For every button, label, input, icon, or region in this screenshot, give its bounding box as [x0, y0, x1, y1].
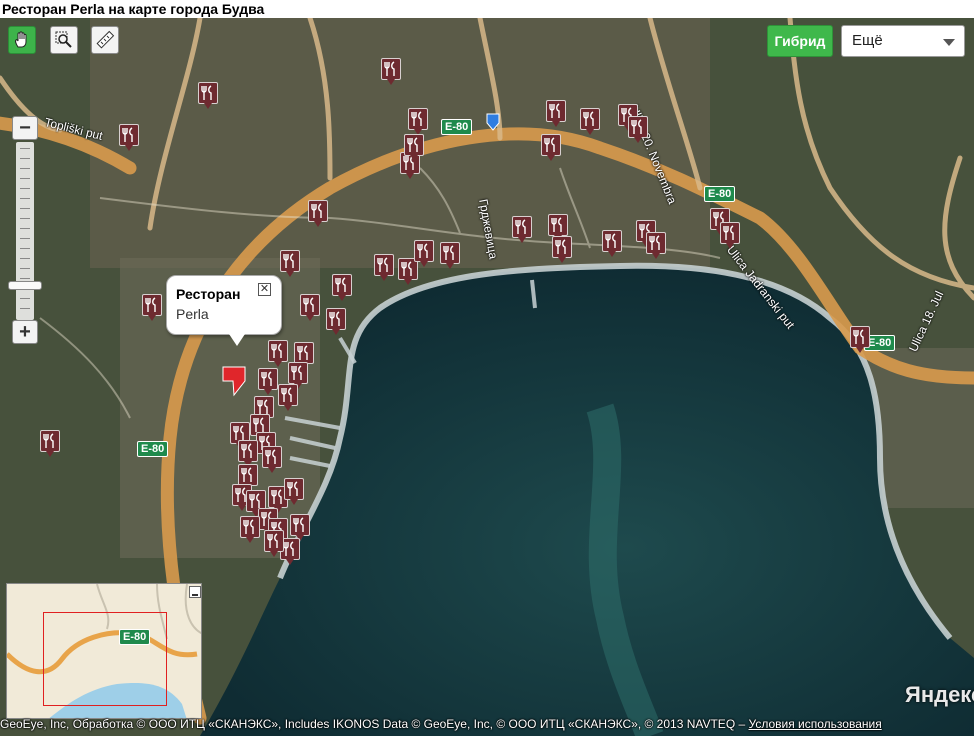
chevron-down-icon — [943, 39, 955, 46]
hybrid-layer-button[interactable]: Гибрид — [767, 25, 833, 57]
magnifier-tool-button[interactable] — [50, 26, 78, 54]
zoom-slider-track[interactable] — [16, 142, 34, 320]
restaurant-marker-icon[interactable] — [541, 134, 561, 162]
close-icon[interactable]: ✕ — [258, 283, 271, 296]
zoom-tick — [20, 248, 30, 249]
ruler-tool-button[interactable] — [91, 26, 119, 54]
balloon-tail — [229, 334, 245, 346]
zoom-tick — [20, 258, 30, 259]
overview-minimap[interactable]: E-80 — [6, 583, 202, 719]
restaurant-marker-icon[interactable] — [580, 108, 600, 136]
zoom-tick — [20, 238, 30, 239]
restaurant-marker-icon[interactable] — [404, 134, 424, 162]
map-canvas[interactable]: E-80 E-80 E-80 E-80 Topliški put Ulica 2… — [0, 18, 974, 736]
restaurant-marker-icon[interactable] — [198, 82, 218, 110]
restaurant-marker-icon[interactable] — [142, 294, 162, 322]
restaurant-marker-icon[interactable] — [440, 242, 460, 270]
restaurant-marker-icon[interactable] — [300, 294, 320, 322]
restaurant-marker-icon[interactable] — [408, 108, 428, 136]
restaurant-marker-icon[interactable] — [512, 216, 532, 244]
restaurant-marker-icon[interactable] — [546, 100, 566, 128]
magnifier-icon — [55, 31, 72, 48]
restaurant-marker-icon[interactable] — [268, 340, 288, 368]
zoom-tick — [20, 208, 30, 209]
restaurant-marker-icon[interactable] — [258, 368, 278, 396]
ruler-icon — [96, 30, 115, 49]
yandex-logo: Яндекс — [905, 682, 974, 707]
restaurant-marker-icon[interactable] — [40, 430, 60, 458]
copyright-text: GeoEye, Inc, Обработка © ООО ИТЦ «СКАНЭК… — [0, 717, 746, 731]
zoom-tick — [20, 198, 30, 199]
copyright-bar: GeoEye, Inc, Обработка © ООО ИТЦ «СКАНЭК… — [0, 715, 974, 733]
zoom-tick — [20, 218, 30, 219]
balloon-subtitle: Perla — [176, 306, 209, 322]
minimap-viewport-frame[interactable] — [43, 612, 167, 706]
zoom-in-button[interactable]: + — [12, 320, 38, 344]
minimap-road-shield: E-80 — [119, 629, 151, 645]
zoom-tick — [20, 308, 30, 309]
restaurant-marker-icon[interactable] — [374, 254, 394, 282]
zoom-tick — [20, 168, 30, 169]
restaurant-marker-icon[interactable] — [850, 326, 870, 354]
zoom-out-button[interactable]: − — [12, 116, 38, 140]
road-shield-e80: E-80 — [137, 441, 169, 457]
restaurant-marker-icon[interactable] — [381, 58, 401, 86]
restaurant-marker-icon[interactable] — [720, 222, 740, 250]
restaurant-marker-icon[interactable] — [646, 232, 666, 260]
zoom-control: − + — [8, 116, 42, 348]
zoom-tick — [20, 298, 30, 299]
zoom-tick — [20, 188, 30, 189]
zoom-tick — [20, 178, 30, 179]
balloon-title: Ресторан — [176, 286, 241, 302]
restaurant-marker-icon[interactable] — [602, 230, 622, 258]
restaurant-marker-icon[interactable] — [332, 274, 352, 302]
restaurant-marker-icon[interactable] — [326, 308, 346, 336]
more-layers-label: Ещё — [852, 32, 883, 49]
restaurant-marker-icon[interactable] — [264, 530, 284, 558]
restaurant-marker-icon[interactable] — [552, 236, 572, 264]
restaurant-marker-icon[interactable] — [278, 384, 298, 412]
more-layers-dropdown[interactable]: Ещё — [841, 25, 965, 57]
zoom-tick — [20, 158, 30, 159]
place-balloon: Ресторан Perla ✕ — [166, 275, 282, 346]
road-shield-e80: E-80 — [441, 119, 473, 135]
restaurant-marker-icon[interactable] — [284, 478, 304, 506]
restaurant-marker-icon[interactable] — [280, 250, 300, 278]
road-shield-e80: E-80 — [704, 186, 736, 202]
zoom-tick — [20, 268, 30, 269]
zoom-tick — [20, 148, 30, 149]
restaurant-marker-icon[interactable] — [414, 240, 434, 268]
restaurant-marker-icon[interactable] — [262, 446, 282, 474]
page-title: Ресторан Perla на карте города Будва — [2, 1, 265, 17]
restaurant-marker-icon[interactable] — [628, 116, 648, 144]
zoom-tick — [20, 228, 30, 229]
restaurant-marker-icon[interactable] — [240, 516, 260, 544]
zoom-tick — [20, 278, 30, 279]
restaurant-marker-icon[interactable] — [308, 200, 328, 228]
hand-icon — [15, 31, 27, 48]
hand-tool-button[interactable] — [8, 26, 36, 54]
location-pin-icon[interactable] — [485, 112, 501, 132]
minimap-collapse-button[interactable] — [189, 586, 201, 598]
selected-place-pin-icon[interactable] — [221, 365, 247, 397]
restaurant-marker-icon[interactable] — [119, 124, 139, 152]
terms-link[interactable]: Условия использования — [749, 717, 882, 731]
zoom-slider-handle[interactable] — [8, 280, 42, 290]
